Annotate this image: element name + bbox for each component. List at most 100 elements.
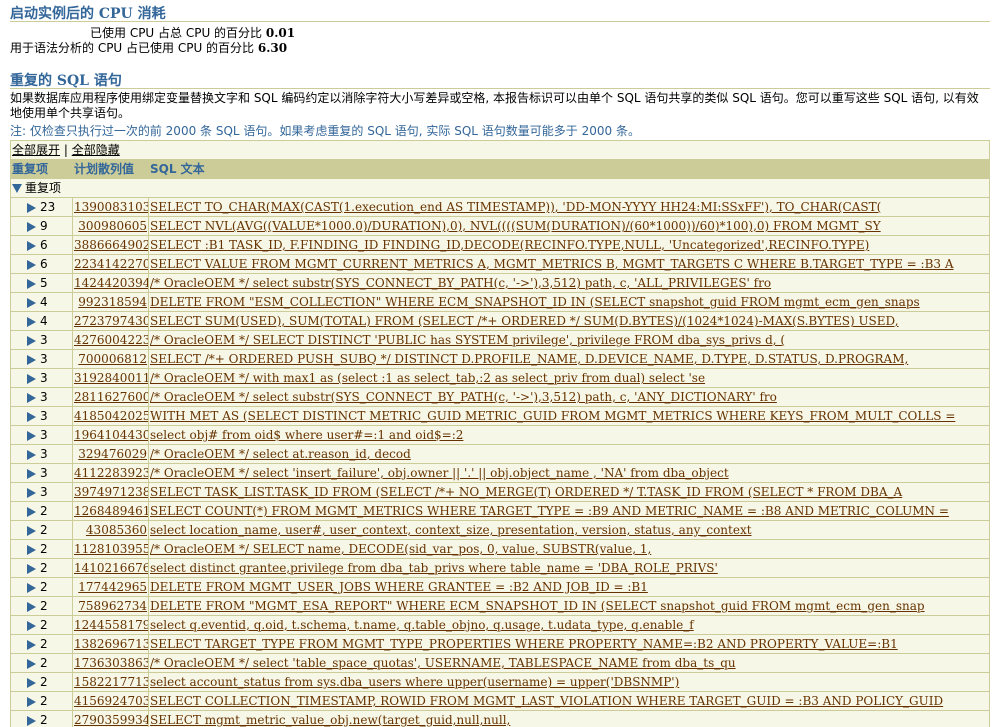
plan-hash-link[interactable]: 3974971238 — [74, 485, 148, 499]
plan-hash-link[interactable]: 2811627600 — [74, 390, 148, 404]
plan-hash-link[interactable]: 43085360 — [86, 523, 147, 537]
sql-text-link[interactable]: select location_name, user#, user_contex… — [150, 523, 752, 537]
expand-triangle-icon[interactable] — [27, 487, 36, 498]
expand-triangle-icon[interactable] — [27, 696, 36, 707]
expand-triangle-icon[interactable] — [27, 525, 36, 536]
expand-triangle-icon[interactable] — [27, 411, 36, 422]
row-count-cell[interactable]: 2 — [10, 539, 73, 559]
sql-text-link[interactable]: /* OracleOEM */ SELECT DISTINCT 'PUBLIC … — [150, 333, 785, 347]
plan-hash-link[interactable]: 1382696713 — [74, 637, 148, 651]
row-count-cell[interactable]: 2 — [10, 501, 73, 521]
sql-text-link[interactable]: WITH MET AS (SELECT DISTINCT METRIC_GUID… — [150, 409, 955, 423]
plan-hash-link[interactable]: 1390083103 — [74, 200, 148, 214]
plan-hash-link[interactable]: 758962734 — [78, 599, 147, 613]
sql-text-link[interactable]: /* OracleOEM */ select 'table_space_quot… — [150, 656, 736, 670]
plan-hash-link[interactable]: 700006812 — [78, 352, 147, 366]
expand-triangle-icon[interactable] — [27, 506, 36, 517]
sql-text-link[interactable]: SELECT SUM(USED), SUM(TOTAL) FROM (SELEC… — [150, 314, 899, 328]
plan-hash-link[interactable]: 1410216676 — [74, 561, 148, 575]
sql-text-link[interactable]: DELETE FROM "ESM_COLLECTION" WHERE ECM_S… — [150, 295, 920, 309]
expand-triangle-icon[interactable] — [27, 658, 36, 669]
expand-triangle-icon[interactable] — [27, 430, 36, 441]
expand-triangle-icon[interactable] — [27, 297, 36, 308]
row-count-cell[interactable]: 2 — [10, 577, 73, 597]
expand-triangle-icon[interactable] — [27, 221, 36, 232]
expand-triangle-icon[interactable] — [27, 563, 36, 574]
row-count-cell[interactable]: 2 — [10, 672, 73, 692]
expand-triangle-icon[interactable] — [27, 582, 36, 593]
row-count-cell[interactable]: 3 — [10, 349, 73, 369]
expand-triangle-icon[interactable] — [27, 278, 36, 289]
plan-hash-link[interactable]: 1244558179 — [74, 618, 148, 632]
sql-text-link[interactable]: SELECT TASK_LIST.TASK_ID FROM (SELECT /*… — [150, 485, 902, 499]
plan-hash-link[interactable]: 4112283923 — [74, 466, 148, 480]
row-count-cell[interactable]: 6 — [10, 254, 73, 274]
row-count-cell[interactable]: 6 — [10, 235, 73, 255]
row-count-cell[interactable]: 2 — [10, 615, 73, 635]
expand-triangle-icon[interactable] — [27, 240, 36, 251]
plan-hash-link[interactable]: 2790359934 — [74, 713, 148, 727]
sql-text-link[interactable]: /* OracleOEM */ select at.reason_id, dec… — [150, 447, 411, 461]
sql-text-link[interactable]: /* OracleOEM */ select 'insert_failure',… — [150, 466, 729, 480]
plan-hash-link[interactable]: 2234142270 — [74, 257, 148, 271]
sql-text-link[interactable]: SELECT NVL(AVG((VALUE*1000.0)/DURATION),… — [150, 219, 881, 233]
plan-hash-link[interactable]: 4185042025 — [74, 409, 148, 423]
plan-hash-link[interactable]: 4156924703 — [74, 694, 148, 708]
row-count-cell[interactable]: 3 — [10, 406, 73, 426]
expand-triangle-icon[interactable] — [27, 715, 36, 726]
collapse-all-link[interactable]: 全部隐藏 — [72, 143, 120, 157]
row-count-cell[interactable]: 3 — [10, 368, 73, 388]
expand-triangle-icon[interactable] — [27, 259, 36, 270]
sql-text-link[interactable]: DELETE FROM "MGMT_ESA_REPORT" WHERE ECM_… — [150, 599, 925, 613]
row-count-cell[interactable]: 2 — [10, 634, 73, 654]
row-count-cell[interactable]: 3 — [10, 425, 73, 445]
row-count-cell[interactable]: 4 — [10, 292, 73, 312]
row-count-cell[interactable]: 2 — [10, 558, 73, 578]
row-count-cell[interactable]: 9 — [10, 216, 73, 236]
plan-hash-link[interactable]: 1736303863 — [74, 656, 148, 670]
expand-triangle-icon[interactable] — [27, 316, 36, 327]
plan-hash-link[interactable]: 2723797430 — [74, 314, 148, 328]
sql-text-link[interactable]: /* OracleOEM */ with max1 as (select :1 … — [150, 371, 705, 385]
plan-hash-link[interactable]: 3886664902 — [74, 238, 148, 252]
sql-text-link[interactable]: select q.eventid, q.oid, t.schema, t.nam… — [150, 618, 694, 632]
plan-hash-link[interactable]: 4276004223 — [74, 333, 148, 347]
expand-triangle-icon[interactable] — [27, 677, 36, 688]
row-count-cell[interactable]: 3 — [10, 387, 73, 407]
row-count-cell[interactable]: 2 — [10, 710, 73, 727]
row-count-cell[interactable]: 2 — [10, 691, 73, 711]
row-count-cell[interactable]: 3 — [10, 444, 73, 464]
sql-text-link[interactable]: select obj# from oid$ where user#=:1 and… — [150, 428, 463, 442]
plan-hash-link[interactable]: 1424420394 — [74, 276, 148, 290]
expand-triangle-icon[interactable] — [27, 620, 36, 631]
expand-triangle-icon[interactable] — [27, 601, 36, 612]
sql-text-link[interactable]: SELECT COLLECTION_TIMESTAMP, ROWID FROM … — [150, 694, 943, 708]
expand-all-link[interactable]: 全部展开 — [12, 143, 60, 157]
sql-text-link[interactable]: /* OracleOEM */ select substr(SYS_CONNEC… — [150, 390, 777, 404]
expand-triangle-icon[interactable] — [27, 335, 36, 346]
expand-triangle-icon[interactable] — [27, 468, 36, 479]
row-count-cell[interactable]: 4 — [10, 311, 73, 331]
plan-hash-link[interactable]: 1128103955 — [74, 542, 148, 556]
sql-text-link[interactable]: SELECT VALUE FROM MGMT_CURRENT_METRICS A… — [150, 257, 954, 271]
sql-text-link[interactable]: /* OracleOEM */ SELECT name, DECODE(sid_… — [150, 542, 651, 556]
plan-hash-link[interactable]: 992318594 — [78, 295, 147, 309]
plan-hash-link[interactable]: 329476029 — [78, 447, 147, 461]
sql-text-link[interactable]: SELECT :B1 TASK_ID, F.FINDING_ID FINDING… — [150, 238, 869, 252]
expand-triangle-icon[interactable] — [27, 392, 36, 403]
row-count-cell[interactable]: 2 — [10, 596, 73, 616]
sql-text-link[interactable]: DELETE FROM MGMT_USER_JOBS WHERE GRANTEE… — [150, 580, 648, 594]
row-count-cell[interactable]: 2 — [10, 520, 73, 540]
sql-text-link[interactable]: /* OracleOEM */ select substr(SYS_CONNEC… — [150, 276, 771, 290]
row-count-cell[interactable]: 2 — [10, 653, 73, 673]
sql-text-link[interactable]: SELECT /*+ ORDERED PUSH_SUBQ */ DISTINCT… — [150, 352, 908, 366]
plan-hash-link[interactable]: 1582217713 — [74, 675, 148, 689]
sql-text-link[interactable]: SELECT TARGET_TYPE FROM MGMT_TYPE_PROPER… — [150, 637, 898, 651]
expand-triangle-icon[interactable] — [27, 202, 36, 213]
row-count-cell[interactable]: 23 — [10, 197, 73, 217]
expand-triangle-icon[interactable] — [27, 544, 36, 555]
collapse-triangle-icon[interactable] — [12, 184, 22, 193]
sql-text-link[interactable]: SELECT TO_CHAR(MAX(CAST(1.execution_end … — [150, 200, 881, 214]
row-count-cell[interactable]: 3 — [10, 482, 73, 502]
expand-triangle-icon[interactable] — [27, 373, 36, 384]
